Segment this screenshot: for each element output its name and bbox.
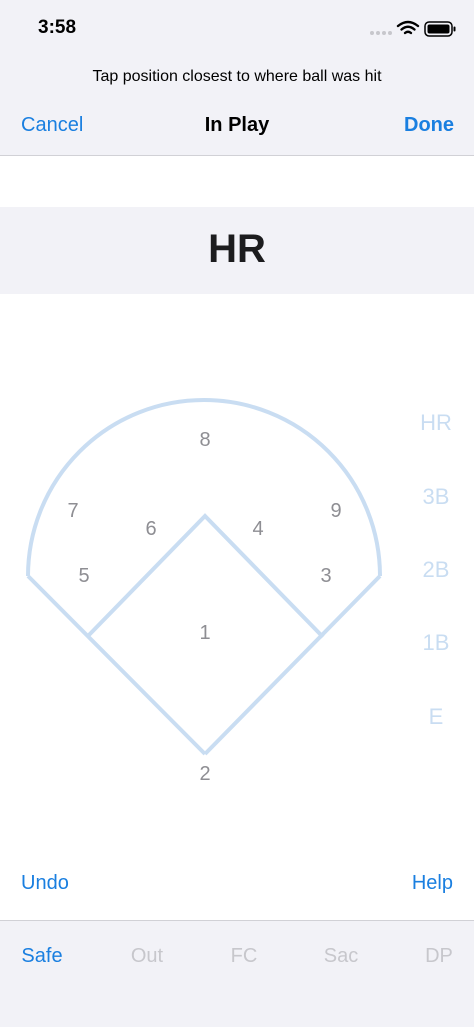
- right-foul-line: [203, 574, 382, 756]
- result-banner: HR: [0, 207, 474, 294]
- instruction-prompt: Tap position closest to where ball was h…: [92, 68, 382, 85]
- status-bar: 3:58: [0, 0, 474, 58]
- hit-type-hr[interactable]: HR: [406, 410, 466, 436]
- hit-type-2b[interactable]: 2B: [406, 557, 466, 583]
- position-8-center-field[interactable]: 8: [185, 429, 225, 452]
- position-4-second-base[interactable]: 4: [238, 518, 278, 541]
- tab-safe[interactable]: Safe: [2, 945, 82, 968]
- position-5-third-base[interactable]: 5: [64, 565, 104, 588]
- tab-fc[interactable]: FC: [204, 945, 284, 968]
- signal-icon: [370, 31, 392, 35]
- hit-type-1b[interactable]: 1B: [406, 630, 466, 656]
- navigation-header: Tap position closest to where ball was h…: [0, 58, 474, 156]
- field-outline: [26, 398, 382, 756]
- outfield-arc: [26, 398, 382, 577]
- left-foul-line: [26, 574, 207, 756]
- result-tab-bar: Safe Out FC Sac DP: [0, 920, 474, 1027]
- status-icons: [368, 19, 458, 39]
- baseball-field-diagram[interactable]: 1 2 3 4 5 6 7 8 9 HR 3B 2B 1B E: [0, 390, 474, 810]
- tab-dp[interactable]: DP: [399, 945, 474, 968]
- undo-button[interactable]: Undo: [21, 872, 69, 895]
- tab-out[interactable]: Out: [107, 945, 187, 968]
- result-label: HR: [208, 227, 266, 271]
- help-button[interactable]: Help: [412, 872, 453, 895]
- position-3-first-base[interactable]: 3: [306, 565, 346, 588]
- battery-icon: [424, 21, 456, 37]
- infield-diamond: [85, 513, 325, 639]
- position-9-right-field[interactable]: 9: [316, 500, 356, 523]
- done-button[interactable]: Done: [404, 114, 454, 137]
- hit-type-e[interactable]: E: [406, 704, 466, 730]
- tab-sac[interactable]: Sac: [301, 945, 381, 968]
- hit-type-3b[interactable]: 3B: [406, 484, 466, 510]
- position-1-pitcher[interactable]: 1: [185, 622, 225, 645]
- wifi-icon: [396, 20, 420, 35]
- position-6-shortstop[interactable]: 6: [131, 518, 171, 541]
- cancel-button[interactable]: Cancel: [21, 114, 83, 137]
- status-time: 3:58: [38, 17, 77, 38]
- position-7-left-field[interactable]: 7: [53, 500, 93, 523]
- position-2-catcher[interactable]: 2: [185, 763, 225, 786]
